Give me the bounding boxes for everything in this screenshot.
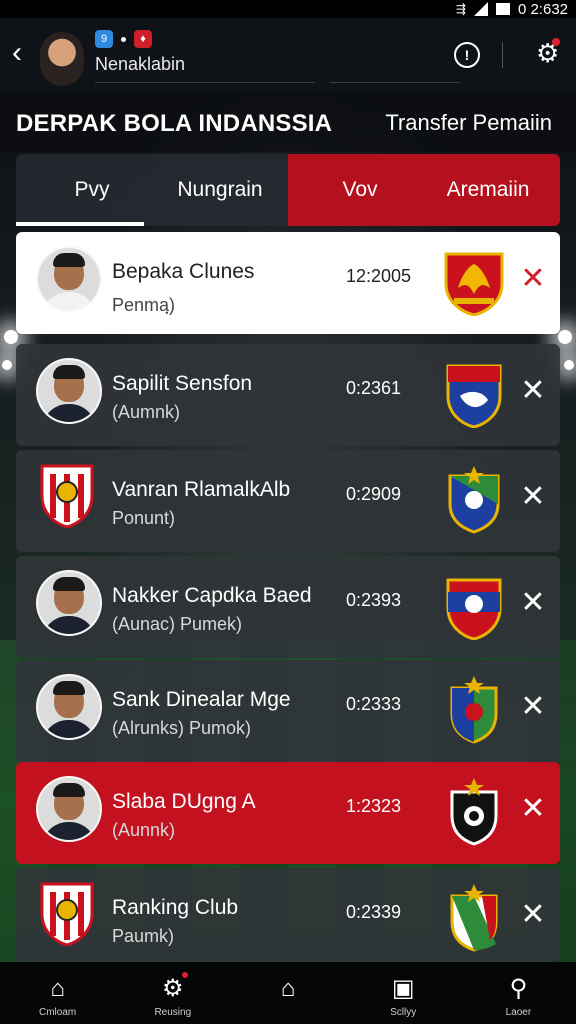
player-position: (Aunac) Pumek)	[112, 614, 243, 634]
vibrate-icon: ⇶	[455, 2, 466, 16]
house-outline-icon: ⌂	[280, 975, 296, 1002]
player-card[interactable]: Sapilit Sensfon (Aumnk) 0:2361 ✕	[16, 344, 560, 446]
tab-bar: Pvy Nungrain Vov Aremaiin	[16, 154, 560, 226]
player-position: Ponunt)	[112, 508, 176, 528]
status-bar: ⇶ 0 2:632	[0, 0, 576, 18]
white-green-red-crest-icon	[450, 884, 498, 952]
player-card[interactable]: Slaba DUgng A (Aunnk) 1:2323 ✕	[16, 762, 560, 864]
player-name: Ranking Club	[112, 896, 239, 919]
remove-player-button[interactable]: ✕	[516, 792, 550, 826]
club-shield-icon	[40, 882, 94, 946]
stadium-light	[558, 330, 572, 344]
remove-player-button[interactable]: ✕	[516, 690, 550, 724]
player-position: Penmaฺ)	[112, 295, 176, 315]
clock-text: 0 2:632	[517, 0, 568, 18]
nav-scllyy[interactable]: ▣ Scllyy	[346, 962, 461, 1024]
box-icon: ▣	[391, 975, 415, 1002]
home-icon: ⌂	[50, 975, 65, 1002]
app-bar: ‹ 9 ♦ Nenaklabin ! ⚙	[0, 18, 576, 92]
bottom-navigation: ⌂ Cmloam ⚙ Reusing ⌂ ▣ Scllyy ⚲ Laoer	[0, 962, 576, 1024]
signal-icon	[473, 2, 488, 16]
blue-badge-icon: 9	[95, 30, 113, 48]
player-time: 0:2393	[346, 590, 402, 610]
player-avatar	[36, 358, 102, 424]
player-avatar	[36, 246, 102, 312]
player-avatar	[36, 674, 102, 740]
player-time: 0:2909	[346, 484, 402, 504]
remove-player-button[interactable]: ✕	[516, 586, 550, 620]
player-time: 1:2323	[346, 796, 402, 816]
club-shield-icon	[40, 464, 94, 528]
nav-laoer[interactable]: ⚲ Laoer	[461, 962, 576, 1024]
phoenix-crest-icon	[444, 252, 504, 316]
nav-label: Cmloam	[38, 1007, 77, 1018]
remove-player-button[interactable]: ✕	[516, 262, 550, 296]
stadium-light	[564, 360, 574, 370]
player-name: Sank Dinealar Mge	[112, 688, 291, 711]
dot-separator	[121, 36, 126, 42]
stadium-light	[4, 330, 18, 344]
transfer-link[interactable]: Transfer Pemaiin	[385, 110, 552, 136]
player-position: (Aumnk)	[112, 402, 181, 422]
black-crest-icon	[450, 778, 498, 846]
green-red-crest-icon	[450, 676, 498, 744]
player-time: 0:2333	[346, 694, 402, 714]
player-card[interactable]: Nakker Capdka Baed (Aunac) Pumek) 0:2393…	[16, 556, 560, 658]
player-position: (Aunnk)	[112, 820, 176, 840]
username: Nenaklabin	[95, 54, 186, 74]
divider	[502, 42, 503, 68]
remove-player-button[interactable]: ✕	[516, 898, 550, 932]
green-gold-crest-icon	[448, 466, 500, 534]
title-row: DERPAK BOLA INDANSSIA Transfer Pemaiin	[0, 92, 576, 152]
nav-reusing[interactable]: ⚙ Reusing	[115, 962, 230, 1024]
user-badges: 9 ♦	[95, 30, 152, 48]
player-name: Sapilit Sensfon	[112, 372, 253, 395]
player-card[interactable]: Sank Dinealar Mge (Alrunks) Pumok) 0:233…	[16, 660, 560, 762]
nav-label: Laoer	[505, 1007, 532, 1018]
user-avatar[interactable]	[40, 32, 84, 86]
remove-player-button[interactable]: ✕	[516, 480, 550, 514]
battery-icon	[495, 3, 510, 15]
tab-vov[interactable]: Vov	[292, 154, 428, 226]
red-badge-icon: ♦	[134, 30, 152, 48]
divider	[330, 82, 460, 83]
player-name: Vanran RlamalkAlb	[112, 478, 291, 501]
player-position: Paumk)	[112, 926, 175, 946]
player-avatar	[36, 776, 102, 842]
player-position: (Alrunks) Pumok)	[112, 718, 252, 738]
tab-pvy[interactable]: Pvy	[24, 154, 160, 226]
search-user-icon: ⚲	[509, 975, 528, 1002]
nav-center[interactable]: ⌂	[230, 962, 345, 1024]
remove-player-button[interactable]: ✕	[516, 374, 550, 408]
info-icon[interactable]: !	[454, 42, 480, 68]
notification-dot	[182, 972, 189, 978]
nav-label: Scllyy	[390, 1007, 417, 1018]
tab-aremaiin[interactable]: Aremaiin	[420, 154, 556, 226]
gear-icon: ⚙	[162, 975, 184, 1002]
red-blue-crest-icon	[446, 578, 502, 640]
player-time: 0:2361	[346, 378, 402, 398]
player-name: Slaba DUgng A	[112, 790, 256, 813]
player-name: Nakker Capdka Baed	[112, 584, 312, 607]
page-title: DERPAK BOLA INDANSSIA	[16, 110, 333, 137]
divider	[95, 82, 315, 83]
player-card[interactable]: Ranking Club Paumk) 0:2339 ✕	[16, 868, 560, 962]
player-card[interactable]: Vanran RlamalkAlb Ponunt) 0:2909 ✕	[16, 450, 560, 552]
notification-dot	[552, 38, 560, 46]
tab-nungrain[interactable]: Nungrain	[152, 154, 288, 226]
stadium-light	[2, 360, 12, 370]
player-avatar	[36, 570, 102, 636]
player-time: 12:2005	[346, 266, 412, 286]
player-time: 0:2339	[346, 902, 402, 922]
blue-red-crest-icon	[446, 364, 502, 428]
nav-home[interactable]: ⌂ Cmloam	[0, 962, 115, 1024]
back-button[interactable]: ‹	[12, 38, 40, 70]
player-card[interactable]: Bepaka Clunes Penmaฺ) 12:2005 ✕	[16, 232, 560, 334]
player-name: Bepaka Clunes	[112, 260, 255, 283]
nav-label: Reusing	[154, 1007, 192, 1018]
active-tab-indicator	[16, 222, 144, 226]
